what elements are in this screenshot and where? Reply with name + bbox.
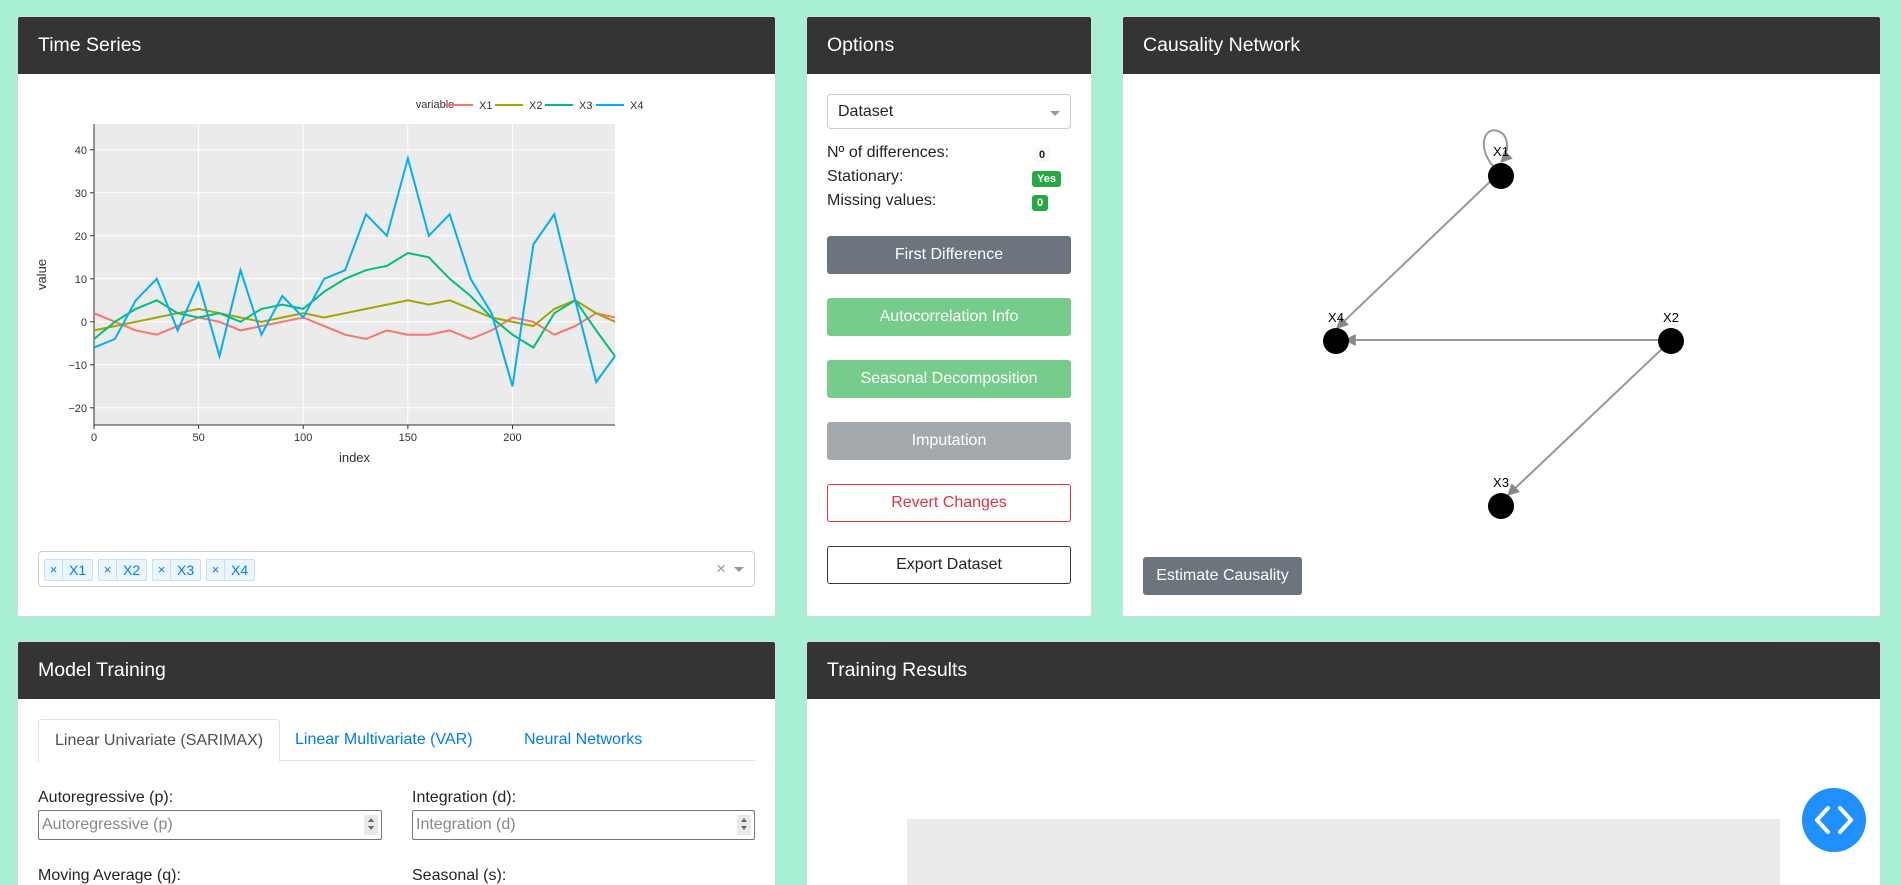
node-label-x3: X3 bbox=[1493, 475, 1509, 490]
node-x4[interactable] bbox=[1323, 328, 1349, 354]
chip-remove-icon[interactable]: × bbox=[45, 560, 63, 580]
x-axis-title: index bbox=[339, 450, 371, 465]
causality-network-card: Causality Network X1 X2 X3 X4 Estimate C… bbox=[1122, 16, 1881, 617]
tab-neural-networks[interactable]: Neural Networks bbox=[508, 719, 658, 761]
integration-placeholder: Integration (d) bbox=[416, 816, 516, 833]
chip-x3: × X3 bbox=[152, 559, 202, 581]
chip-label: X3 bbox=[177, 562, 195, 578]
y-tick-label: −10 bbox=[68, 360, 87, 372]
differences-badge: 0 bbox=[1034, 147, 1051, 163]
x-tick-label: 150 bbox=[399, 432, 417, 444]
options-card: Options Dataset Nº of differences: 0 Sta… bbox=[806, 16, 1092, 617]
stationary-badge: Yes bbox=[1032, 171, 1061, 187]
chip-x4: × X4 bbox=[206, 559, 256, 581]
integration-input[interactable]: Integration (d) bbox=[412, 810, 755, 840]
dataset-select[interactable]: Dataset bbox=[827, 94, 1071, 129]
legend-label-x3: X3 bbox=[579, 100, 592, 112]
ar-label: Autoregressive (p): bbox=[38, 789, 174, 806]
legend-label-x4: X4 bbox=[630, 100, 643, 112]
stationary-label: Stationary: bbox=[827, 168, 904, 185]
y-axis-title: value bbox=[34, 259, 49, 290]
tab-sarimax[interactable]: Linear Univariate (SARIMAX) bbox=[38, 719, 281, 762]
estimate-causality-button[interactable]: Estimate Causality bbox=[1143, 557, 1302, 595]
y-tick-label: 10 bbox=[75, 274, 87, 286]
autocorrelation-button[interactable]: Autocorrelation Info bbox=[827, 298, 1071, 336]
chip-label: X4 bbox=[231, 562, 249, 578]
node-label-x2: X2 bbox=[1663, 310, 1679, 325]
ma-label: Moving Average (q): bbox=[38, 867, 181, 884]
chip-label: X1 bbox=[69, 562, 87, 578]
revert-changes-button[interactable]: Revert Changes bbox=[827, 484, 1071, 522]
first-difference-button[interactable]: First Difference bbox=[827, 236, 1071, 274]
stepper-icon[interactable] bbox=[737, 815, 751, 835]
dataset-select-value: Dataset bbox=[838, 103, 894, 120]
chip-remove-icon[interactable]: × bbox=[153, 560, 171, 580]
code-icon bbox=[1815, 806, 1853, 834]
x-tick-label: 50 bbox=[192, 432, 204, 444]
node-x3[interactable] bbox=[1488, 493, 1514, 519]
export-dataset-button[interactable]: Export Dataset bbox=[827, 546, 1071, 584]
causality-network-header: Causality Network bbox=[1123, 17, 1880, 74]
node-x1[interactable] bbox=[1488, 163, 1514, 189]
ar-input[interactable]: Autoregressive (p) bbox=[38, 810, 382, 840]
edge-x1-x4 bbox=[1336, 174, 1498, 329]
legend-label-x2: X2 bbox=[529, 100, 542, 112]
node-label-x4: X4 bbox=[1328, 310, 1344, 325]
edge-x2-x3 bbox=[1507, 345, 1666, 496]
options-header: Options bbox=[807, 17, 1091, 74]
stepper-icon[interactable] bbox=[364, 815, 378, 835]
x-tick-label: 200 bbox=[503, 432, 521, 444]
missing-values-label: Missing values: bbox=[827, 192, 937, 209]
model-training-header: Model Training bbox=[18, 642, 775, 699]
chip-x1: × X1 bbox=[44, 559, 94, 581]
time-series-chart: 0 50 100 150 200−20−10010203040indexvaluevar… bbox=[34, 99, 643, 465]
integration-label: Integration (d): bbox=[412, 789, 517, 806]
training-results-header: Training Results bbox=[807, 642, 1880, 699]
model-tabs: Linear Univariate (SARIMAX) Linear Multi… bbox=[38, 719, 755, 762]
y-tick-label: 40 bbox=[75, 145, 87, 157]
tab-var[interactable]: Linear Multivariate (VAR) bbox=[279, 719, 489, 761]
y-tick-label: 30 bbox=[75, 188, 87, 200]
chip-remove-icon[interactable]: × bbox=[99, 560, 117, 580]
y-tick-label: 20 bbox=[75, 231, 87, 243]
chip-remove-icon[interactable]: × bbox=[207, 560, 225, 580]
variable-multiselect[interactable]: × X1 × X2 × X3 × X4 × bbox=[38, 551, 755, 587]
seasonal-decomposition-button[interactable]: Seasonal Decomposition bbox=[827, 360, 1071, 398]
legend-label-x1: X1 bbox=[479, 100, 492, 112]
y-tick-label: −20 bbox=[68, 403, 87, 415]
chip-x2: × X2 bbox=[98, 559, 148, 581]
ar-placeholder: Autoregressive (p) bbox=[42, 816, 173, 833]
model-training-card: Model Training Linear Univariate (SARIMA… bbox=[17, 641, 776, 885]
x-tick-label: 0 bbox=[91, 432, 97, 444]
chevron-down-icon[interactable] bbox=[734, 567, 744, 572]
time-series-card: Time Series 0 50 100 150 200 −20 −10 0 10 20 30 40 i… bbox=[17, 16, 776, 617]
y-tick-label: 0 bbox=[81, 317, 87, 329]
x-tick-label: 100 bbox=[294, 432, 312, 444]
chevron-down-icon bbox=[1050, 111, 1060, 116]
node-label-x1: X1 bbox=[1493, 144, 1509, 159]
clear-all-icon[interactable]: × bbox=[716, 559, 726, 579]
seasonal-label: Seasonal (s): bbox=[412, 867, 507, 884]
missing-values-badge: 0 bbox=[1032, 195, 1049, 211]
node-x2[interactable] bbox=[1658, 328, 1684, 354]
imputation-button[interactable]: Imputation bbox=[827, 422, 1071, 460]
chip-label: X2 bbox=[123, 562, 141, 578]
differences-label: Nº of differences: bbox=[827, 144, 950, 161]
code-toggle-button[interactable] bbox=[1802, 788, 1866, 852]
time-series-header: Time Series bbox=[18, 17, 775, 74]
results-plot-placeholder bbox=[907, 819, 1780, 885]
causality-graph: X1 X2 X3 X4 bbox=[1323, 129, 1684, 519]
training-results-card: Training Results bbox=[806, 641, 1881, 885]
